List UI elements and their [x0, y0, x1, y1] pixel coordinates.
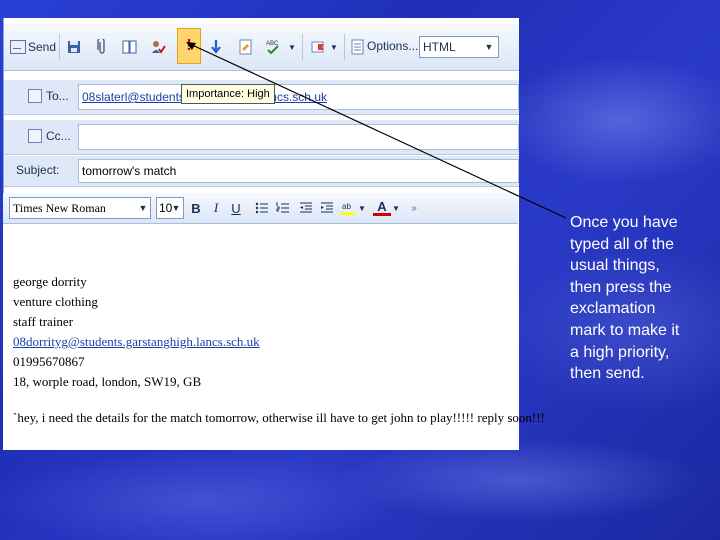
signature-company: venture clothing	[13, 294, 98, 309]
cc-button[interactable]: Cc...	[28, 129, 71, 143]
signature-block: george dorrity venture clothing staff tr…	[13, 272, 260, 392]
paperclip-icon[interactable]	[92, 36, 112, 58]
message-format-select[interactable]: HTML ▼	[419, 36, 499, 58]
chevron-down-icon[interactable]: ▼	[328, 36, 340, 58]
subject-value: tomorrow's match	[82, 164, 177, 178]
address-book-icon[interactable]	[120, 36, 140, 58]
chevron-down-icon: ▼	[171, 203, 181, 213]
font-name-select[interactable]: Times New Roman ▼	[9, 197, 151, 219]
message-format-value: HTML	[423, 40, 456, 54]
check-names-icon[interactable]	[148, 36, 168, 58]
message-body[interactable]: george dorrity venture clothing staff tr…	[3, 224, 545, 450]
chevron-down-icon[interactable]: ▼	[391, 199, 401, 217]
decrease-indent-icon[interactable]	[297, 199, 315, 217]
signature-email-link[interactable]: 08dorrityg@students.garstanghigh.lancs.s…	[13, 332, 260, 352]
follow-up-flag-icon[interactable]	[308, 36, 328, 58]
highlight-icon[interactable]: ab	[339, 199, 357, 217]
font-color-button[interactable]: A	[373, 199, 391, 216]
bold-button[interactable]: B	[187, 199, 205, 217]
send-icon	[10, 40, 26, 54]
to-button[interactable]: To...	[28, 89, 69, 103]
spelling-icon[interactable]: ABC	[264, 36, 284, 58]
bullets-icon[interactable]	[253, 199, 271, 217]
formatting-toolbar: Times New Roman ▼ 10 ▼ B I U ab ▼ A ▼ »	[3, 193, 518, 224]
signature-icon[interactable]	[236, 36, 256, 58]
signature-name: george dorrity	[13, 274, 87, 289]
options-button[interactable]: Options...	[367, 39, 418, 53]
address-book-icon	[28, 129, 42, 143]
chevron-down-icon: ▼	[484, 42, 494, 52]
signature-address: 18, worple road, london, SW19, GB	[13, 374, 202, 389]
options-icon[interactable]	[348, 36, 368, 58]
to-field[interactable]: 08slaterl@students.garstanghigh.lancs.sc…	[78, 84, 519, 110]
toolbar-separator	[344, 34, 345, 60]
subject-row: Subject: tomorrow's match	[4, 156, 519, 187]
instruction-text: Once you have typed all of the usual thi…	[570, 214, 680, 383]
underline-button[interactable]: U	[227, 199, 245, 217]
font-name-value: Times New Roman	[13, 200, 106, 215]
send-button[interactable]: Send	[10, 34, 56, 60]
italic-button[interactable]: I	[207, 199, 225, 217]
chevron-down-icon[interactable]: ▼	[357, 199, 367, 217]
save-icon[interactable]	[64, 36, 84, 58]
signature-phone: 01995670867	[13, 354, 85, 369]
toolbar-separator	[59, 34, 60, 60]
font-size-select[interactable]: 10 ▼	[156, 197, 184, 219]
signature-title: staff trainer	[13, 314, 74, 329]
send-label: Send	[28, 40, 57, 54]
to-label: To...	[46, 89, 69, 103]
importance-high-button[interactable]: !	[177, 28, 201, 64]
svg-text:ab: ab	[342, 202, 351, 211]
subject-field[interactable]: tomorrow's match	[78, 159, 519, 183]
importance-low-icon[interactable]	[206, 36, 226, 58]
cc-row: Cc...	[4, 120, 519, 155]
numbering-icon[interactable]	[274, 199, 292, 217]
cc-label: Cc...	[46, 129, 71, 143]
address-book-icon	[28, 89, 42, 103]
importance-tooltip: Importance: High	[181, 84, 275, 104]
exclamation-icon: !	[186, 37, 192, 54]
subject-label: Subject:	[16, 163, 60, 177]
increase-indent-icon[interactable]	[318, 199, 336, 217]
toolbar-separator	[302, 34, 303, 60]
more-options-icon[interactable]: »	[405, 199, 423, 217]
chevron-down-icon: ▼	[138, 203, 148, 213]
cc-field[interactable]	[78, 124, 519, 150]
message-text: `hey, i need the details for the match t…	[13, 410, 545, 425]
chevron-down-icon[interactable]: ▼	[286, 36, 298, 58]
